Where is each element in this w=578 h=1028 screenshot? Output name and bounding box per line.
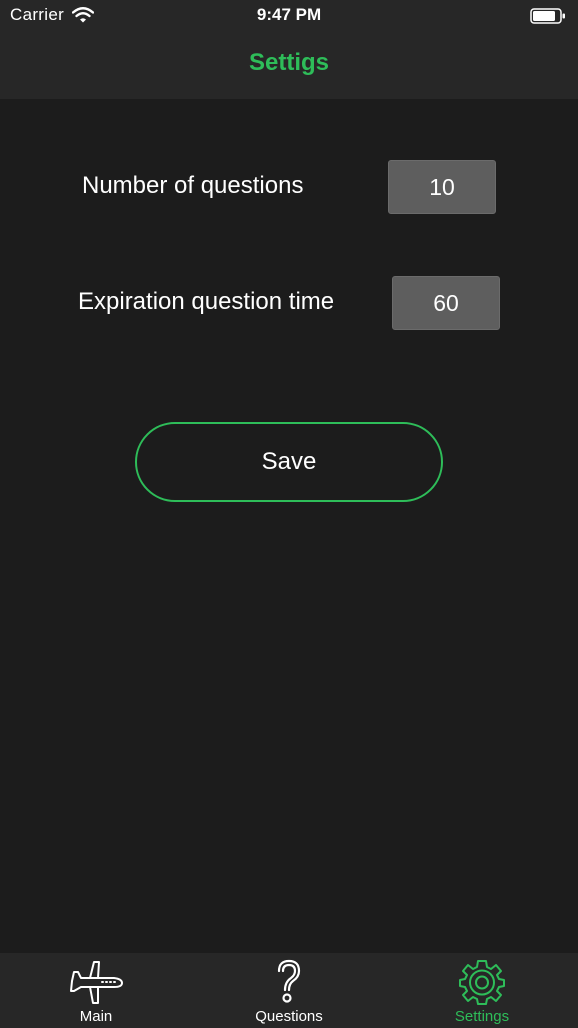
- page-title: Settigs: [248, 49, 329, 76]
- tab-questions[interactable]: Questions: [193, 953, 385, 1028]
- navigation-header: Carrier 9:47 PM Settigs: [0, 0, 578, 99]
- question-mark-icon: [277, 959, 301, 1003]
- tab-main-label: Main: [79, 1008, 113, 1025]
- tab-bar: Main Questions Settings: [0, 953, 578, 1028]
- status-bar: Carrier 9:47 PM: [0, 0, 578, 32]
- expiration-time-label: Expiration question time: [78, 288, 335, 315]
- tab-main[interactable]: Main: [0, 953, 192, 1028]
- number-of-questions-label: Number of questions: [82, 172, 304, 199]
- number-of-questions-field[interactable]: 10: [388, 160, 496, 214]
- save-button[interactable]: Save: [135, 422, 443, 502]
- tab-settings[interactable]: Settings: [386, 953, 578, 1028]
- tab-questions-label: Questions: [255, 1008, 323, 1025]
- settings-screen: Carrier 9:47 PM Settigs Number of questi…: [0, 0, 578, 1028]
- status-time: 9:47 PM: [256, 5, 322, 24]
- battery-icon: [530, 8, 565, 24]
- tab-settings-label: Settings: [454, 1008, 510, 1025]
- gear-icon: [459, 960, 505, 1005]
- airplane-icon: [70, 961, 123, 1004]
- expiration-time-field[interactable]: 60: [392, 276, 500, 330]
